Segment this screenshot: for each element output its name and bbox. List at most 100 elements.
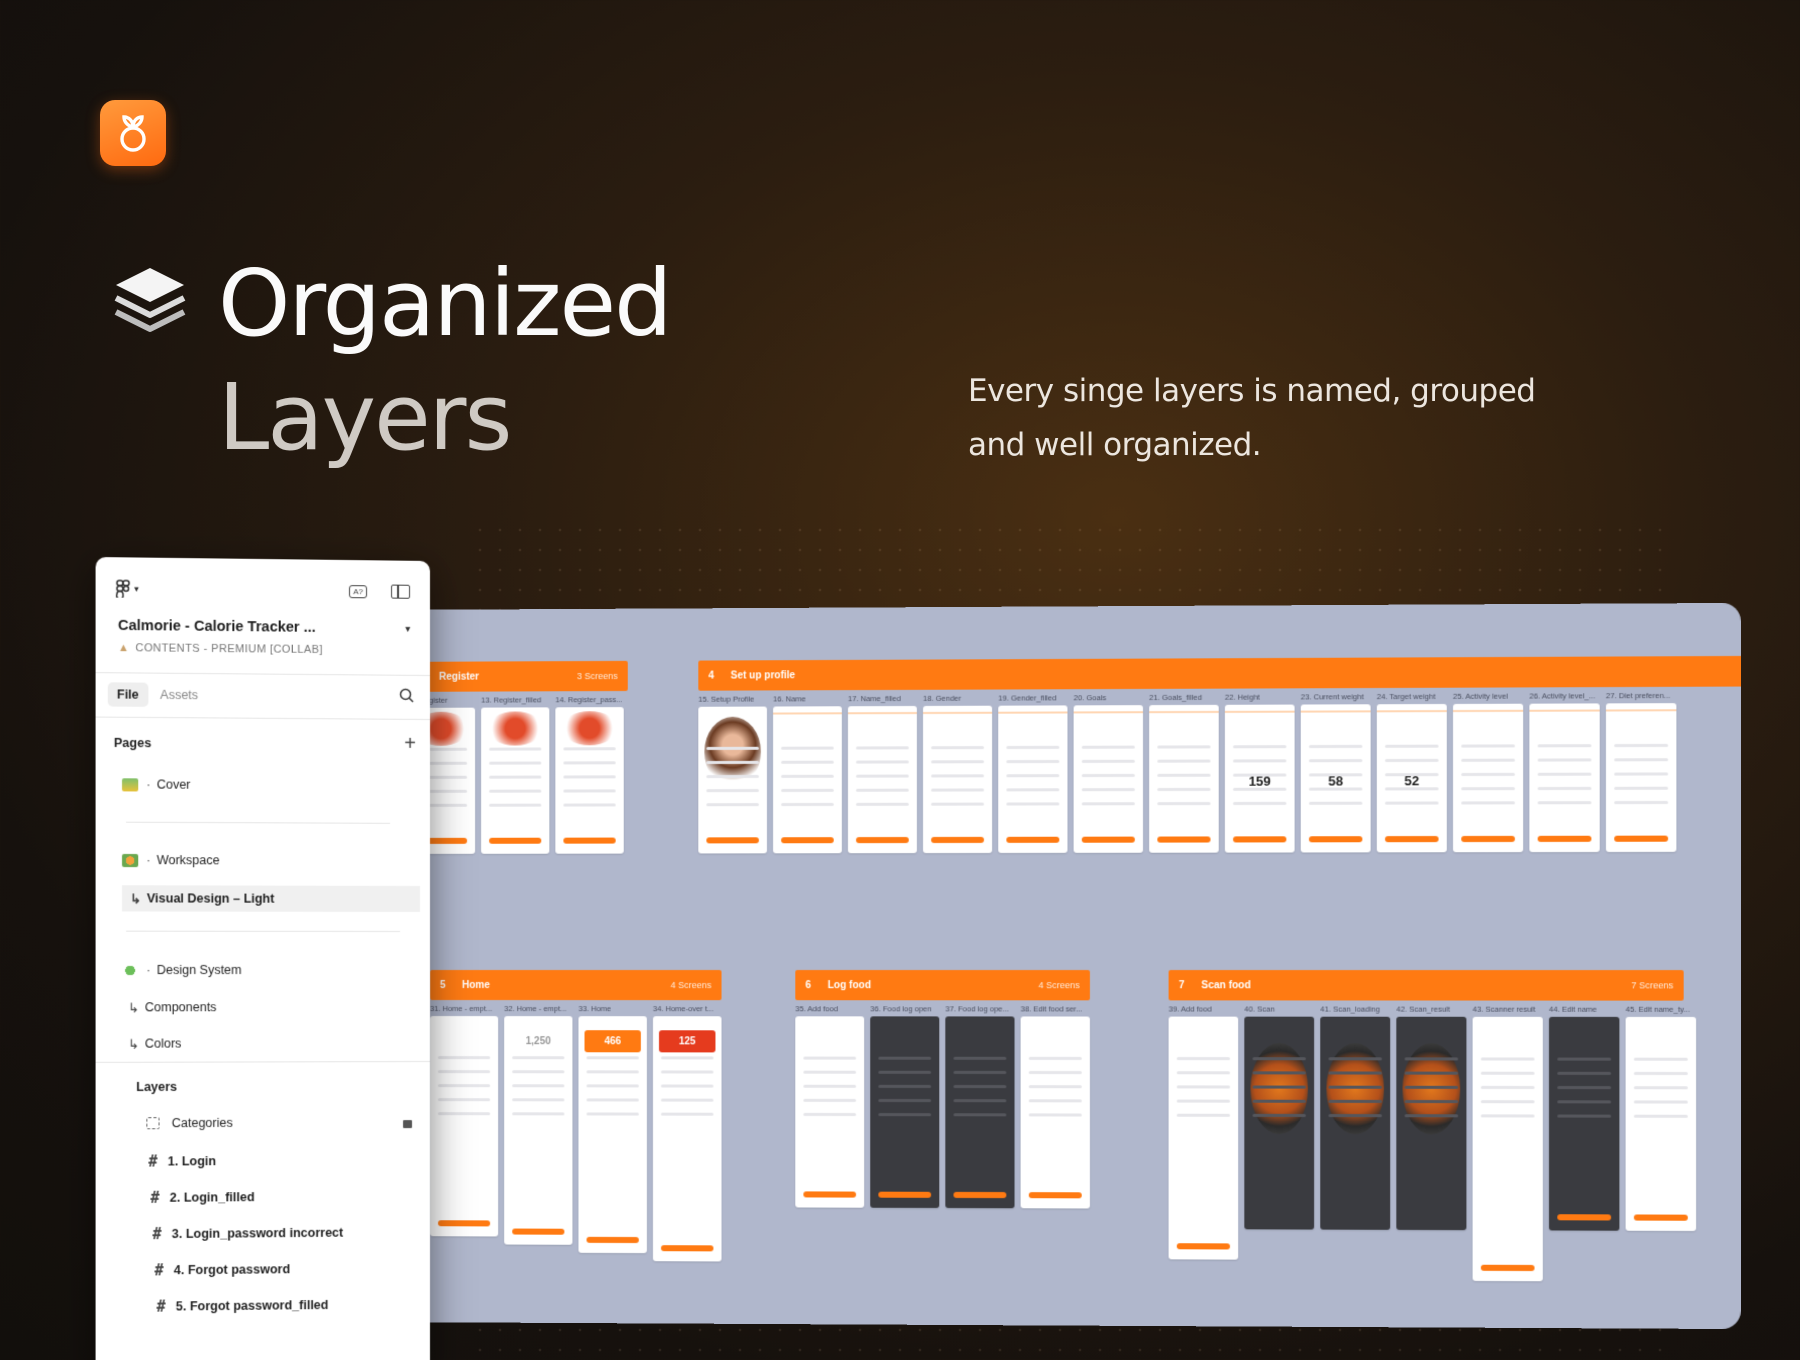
frame-hash-icon: # <box>154 1261 164 1280</box>
page-item-label: Cover <box>156 777 191 792</box>
screen-frame[interactable]: 21. Goals_filled <box>1149 693 1219 853</box>
screen-value: 58 <box>1328 773 1344 789</box>
layer-item-label: 4. Forgot password <box>173 1262 291 1278</box>
page-item[interactable]: ↳ Components <box>128 994 420 1020</box>
subtitle-line-1: Every singe layers is named, grouped <box>968 373 1536 409</box>
screen-frame[interactable]: 35. Add food <box>795 1004 865 1208</box>
screen-frame[interactable]: 38. Edit food ser... <box>1020 1004 1090 1209</box>
screen-frame[interactable]: 17. Name_filled <box>847 694 917 854</box>
screen-frame[interactable]: 26. Activity level_... <box>1529 691 1600 853</box>
frame-label: 39. Add food <box>1168 1004 1212 1014</box>
ai-icon[interactable]: A? <box>349 584 368 598</box>
frame-label: 37. Food log ope... <box>945 1004 1009 1014</box>
section-name: Log food <box>827 979 872 991</box>
layer-item-frame[interactable]: #3. Login_password incorrect <box>152 1223 416 1243</box>
screen-value: 159 <box>1248 773 1271 789</box>
page-item[interactable]: ↳ Colors <box>128 1030 420 1057</box>
screen-preview <box>698 706 767 854</box>
section-header: 3Register3 Screens <box>406 660 628 692</box>
page-item[interactable]: · Workspace <box>122 847 420 874</box>
screen-frame[interactable]: 36. Food log open <box>870 1004 940 1208</box>
frame-label: 14. Register_pass... <box>555 695 623 705</box>
screen-frame[interactable]: 20. Goals <box>1073 693 1144 853</box>
section-frames: 35. Add food 36. Food log open 37. Food lo… <box>795 1004 1090 1209</box>
screen-frame[interactable]: 23. Current weight 58 <box>1300 692 1371 853</box>
frame-hash-icon: # <box>150 1188 160 1207</box>
screen-frame[interactable]: 37. Food log ope... <box>945 1004 1015 1209</box>
page-item-label: Design System <box>156 962 242 978</box>
section-header: 5 Home 4 Screens <box>430 970 722 1001</box>
add-page-icon[interactable]: + <box>404 733 416 756</box>
layer-item-frame[interactable]: #5. Forgot password_filled <box>157 1295 417 1315</box>
page-item[interactable]: · Design System <box>122 957 420 983</box>
chevron-down-icon[interactable]: ▾ <box>134 583 139 594</box>
layer-item-section[interactable]: Categories <box>146 1115 416 1130</box>
canvas-section[interactable]: 7 Scan food 7 Screens 39. Add food 40. Scan 4… <box>1168 970 1697 1282</box>
screen-frame[interactable]: 41. Scan_loading <box>1320 1005 1391 1281</box>
screen-frame[interactable]: 15. Setup Profile <box>698 694 767 854</box>
lock-icon[interactable] <box>403 1120 413 1129</box>
sidebar-toggle-icon[interactable] <box>391 584 411 599</box>
screen-frame[interactable]: 13. Register_filled <box>481 695 550 854</box>
screen-preview <box>847 705 917 854</box>
frame-label: 19. Gender_filled <box>998 693 1057 703</box>
section-frames: 39. Add food 40. Scan 41. Scan_loading 42. … <box>1168 1004 1697 1282</box>
screen-frame[interactable]: 16. Name <box>773 694 842 854</box>
design-canvas[interactable]: 3Register3 Screens12. Register13. Regist… <box>375 602 1741 1330</box>
layer-item-frame[interactable]: #1. Login <box>148 1151 416 1170</box>
fruit-icon <box>122 853 139 867</box>
screen-frame[interactable]: 27. Diet preferen... <box>1605 691 1677 852</box>
screen-preview <box>1605 703 1677 852</box>
canvas-section[interactable]: 5 Home 4 Screens 31. Home - empt... 32. Home… <box>430 970 722 1262</box>
tab-assets[interactable]: Assets <box>148 683 210 708</box>
screen-frame[interactable]: 40. Scan <box>1244 1004 1315 1280</box>
screen-frame[interactable]: 45. Edit name_ty... <box>1625 1005 1697 1282</box>
screen-preview <box>773 706 842 854</box>
section-frames: 15. Setup Profile 16. Name 17. Name_filled… <box>698 691 1740 854</box>
child-arrow-icon: ↳ <box>130 891 141 906</box>
screen-frame[interactable]: 24. Target weight 52 <box>1376 691 1447 853</box>
section-count: 7 Screens <box>1631 980 1674 991</box>
screen-frame[interactable]: 42. Scan_result <box>1396 1005 1467 1281</box>
frame-label: 24. Target weight <box>1376 691 1436 702</box>
screen-frame[interactable]: 32. Home - empt... 1,250 <box>504 1004 573 1261</box>
layer-item-frame[interactable]: #4. Forgot password <box>154 1259 416 1279</box>
layer-item-frame[interactable]: #2. Login_filled <box>150 1187 416 1207</box>
screen-frame[interactable]: 14. Register_pass... <box>555 695 624 854</box>
file-title: Calmorie - Calorie Tracker ... <box>117 617 316 636</box>
screen-frame[interactable]: 31. Home - empt... <box>430 1004 499 1260</box>
screen-frame[interactable]: 44. Edit name <box>1549 1005 1620 1282</box>
screen-preview: 159 <box>1224 704 1295 853</box>
screen-frame[interactable]: 34. Home-over t... 125 <box>652 1004 722 1262</box>
screen-frame[interactable]: 18. Gender <box>923 694 993 854</box>
section-frames: 31. Home - empt... 32. Home - empt... 1,25… <box>430 1004 722 1262</box>
screen-frame[interactable]: 19. Gender_filled <box>998 693 1068 853</box>
canvas-section[interactable]: 4 Set up profile 15. Setup Profile 16. Name… <box>698 655 1741 854</box>
page-item-label: Colors <box>144 1036 182 1051</box>
screen-frame[interactable]: 43. Scanner result <box>1472 1005 1543 1282</box>
layer-item-label: 3. Login_password incorrect <box>171 1225 344 1242</box>
chevron-down-icon[interactable]: ▾ <box>406 623 411 634</box>
page-item[interactable]: ↳ Visual Design – Light <box>122 885 421 912</box>
file-title-row[interactable]: Calmorie - Calorie Tracker ... ▾ <box>118 618 410 637</box>
screen-preview: 52 <box>1376 703 1447 853</box>
tab-file[interactable]: File <box>107 682 148 707</box>
screen-frame[interactable]: 25. Activity level <box>1453 691 1524 853</box>
bullet-icon: · <box>146 962 151 978</box>
canvas-section[interactable]: 6 Log food 4 Screens 35. Add food 36. Food l… <box>795 970 1090 1209</box>
figma-menu-icon[interactable] <box>116 579 130 597</box>
screen-preview <box>430 1016 499 1237</box>
frame-label: 26. Activity level_... <box>1529 691 1596 701</box>
frame-label: 15. Setup Profile <box>698 694 755 704</box>
page-item[interactable]: · Cover <box>122 771 420 799</box>
search-icon[interactable] <box>399 688 414 706</box>
canvas-section[interactable]: 3Register3 Screens12. Register13. Regist… <box>406 660 628 854</box>
file-subtitle-row: ▲ CONTENTS - PREMIUM [COLLAB] <box>118 642 430 657</box>
screen-frame[interactable]: 33. Home 466 <box>578 1004 647 1261</box>
clover-icon <box>122 963 139 977</box>
screen-preview <box>481 707 550 854</box>
layer-item-label: 1. Login <box>167 1154 217 1169</box>
screen-frame[interactable]: 39. Add food <box>1168 1004 1239 1279</box>
screen-frame[interactable]: 22. Height 159 <box>1224 692 1295 853</box>
heading-line-1: Organized <box>218 250 673 357</box>
